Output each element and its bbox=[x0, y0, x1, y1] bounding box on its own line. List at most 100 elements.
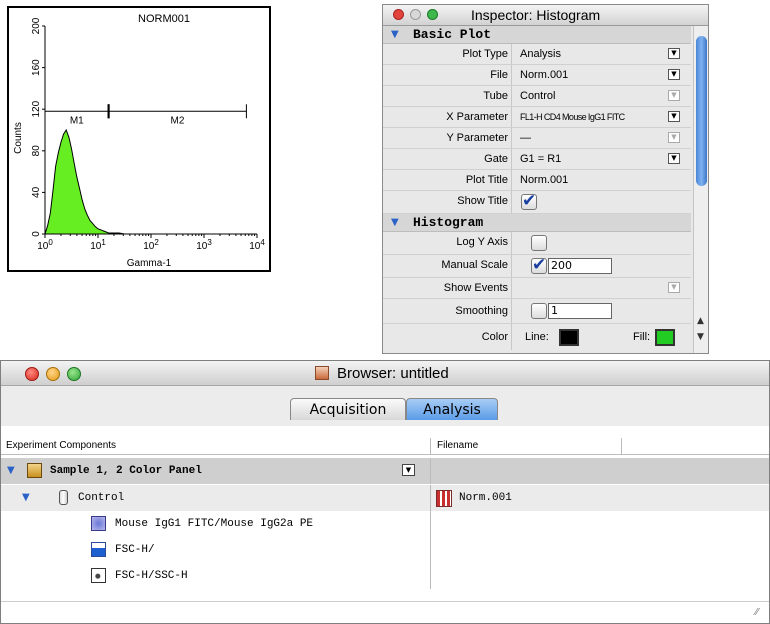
manual-scale-checkbox[interactable]: ✔ bbox=[531, 255, 547, 275]
x-tick-label: 100 bbox=[37, 238, 53, 252]
close-button[interactable] bbox=[393, 9, 404, 20]
column-header-components[interactable]: Experiment Components bbox=[6, 440, 116, 451]
divider bbox=[511, 170, 512, 190]
tab-analysis[interactable]: Analysis bbox=[406, 398, 498, 420]
table-row-sample[interactable]: ▼ Sample 1, 2 Color Panel ▼ bbox=[1, 458, 769, 484]
divider bbox=[511, 232, 512, 254]
browser-title: Browser: untitled bbox=[337, 365, 449, 382]
y-parameter-label: Y Parameter bbox=[446, 132, 508, 144]
smoothing-checkbox[interactable] bbox=[531, 303, 547, 319]
show-events-dropdown[interactable]: ▼ bbox=[668, 282, 680, 293]
line-color-label: Line: bbox=[525, 331, 549, 343]
x-parameter-value[interactable]: FL1-H CD4 Mouse IgG1 FITC bbox=[520, 112, 625, 122]
smoothing-field[interactable]: 1 bbox=[548, 303, 612, 319]
show-title-checkbox[interactable]: ✔ bbox=[521, 191, 537, 211]
plot-type-dropdown[interactable]: ▼ bbox=[668, 48, 680, 59]
column-divider bbox=[430, 537, 431, 563]
manual-scale-field[interactable]: 200 bbox=[548, 258, 612, 274]
close-button[interactable] bbox=[25, 367, 39, 381]
table-header: Experiment Components Filename bbox=[1, 438, 769, 455]
section-histogram[interactable]: ▼ Histogram bbox=[383, 214, 691, 232]
divider bbox=[511, 191, 512, 213]
gate-dropdown[interactable]: ▼ bbox=[668, 153, 680, 164]
disclosure-triangle-icon[interactable]: ▼ bbox=[7, 465, 15, 476]
show-events-label: Show Events bbox=[443, 282, 508, 294]
row-color: Color Line: Fill: bbox=[383, 324, 691, 350]
tube-icon bbox=[59, 490, 68, 505]
gate-label: Gate bbox=[484, 153, 508, 165]
inspector-scrollbar[interactable]: ▲ ▼ bbox=[693, 26, 708, 353]
control-filename[interactable]: Norm.001 bbox=[459, 492, 512, 504]
file-value[interactable]: Norm.001 bbox=[520, 69, 568, 81]
fill-color-swatch[interactable] bbox=[655, 329, 675, 346]
table-row-item3[interactable]: FSC-H/SSC-H bbox=[1, 563, 769, 589]
row-tube: Tube Control ▼ bbox=[383, 86, 691, 107]
divider bbox=[511, 149, 512, 169]
manual-scale-label: Manual Scale bbox=[441, 259, 508, 271]
y-parameter-value[interactable]: — bbox=[520, 132, 531, 144]
section-basic-plot[interactable]: ▼ Basic Plot bbox=[383, 26, 691, 44]
row-gate: Gate G1 = R1 ▼ bbox=[383, 149, 691, 170]
table-row-item2[interactable]: FSC-H/ bbox=[1, 537, 769, 563]
divider bbox=[511, 255, 512, 277]
row-log-y-axis: Log Y Axis bbox=[383, 232, 691, 255]
histogram-svg: NORM001 Counts Gamma-1 0 40 80 120 160 200 100… bbox=[13, 13, 265, 269]
row-x-parameter: X Parameter FL1-H CD4 Mouse IgG1 FITC ▼ bbox=[383, 107, 691, 128]
fill-color-label: Fill: bbox=[633, 331, 651, 343]
minimize-button[interactable] bbox=[46, 367, 60, 381]
control-label: Control bbox=[78, 492, 125, 504]
zoom-button[interactable] bbox=[67, 367, 81, 381]
item3-label: FSC-H/SSC-H bbox=[115, 570, 188, 582]
table-row-item1[interactable]: Mouse IgG1 FITC/Mouse IgG2a PE bbox=[1, 511, 769, 537]
histogram-icon bbox=[91, 542, 106, 557]
disclosure-triangle-icon[interactable]: ▼ bbox=[391, 29, 399, 40]
plot-type-value[interactable]: Analysis bbox=[520, 48, 561, 60]
row-plot-type: Plot Type Analysis ▼ bbox=[383, 44, 691, 65]
log-y-axis-checkbox[interactable] bbox=[531, 235, 547, 251]
plot-area: 0 40 80 120 160 200 100 101 102 103 104 M1 M2 bbox=[31, 17, 265, 252]
disclosure-triangle-icon[interactable]: ▼ bbox=[391, 217, 399, 228]
plot-title: NORM001 bbox=[138, 13, 190, 25]
y-parameter-dropdown[interactable]: ▼ bbox=[668, 132, 680, 143]
item1-label: Mouse IgG1 FITC/Mouse IgG2a PE bbox=[115, 518, 314, 530]
file-dropdown[interactable]: ▼ bbox=[668, 69, 680, 80]
divider bbox=[511, 299, 512, 323]
column-divider[interactable] bbox=[621, 438, 622, 454]
minimize-button[interactable] bbox=[410, 9, 421, 20]
show-title-label: Show Title bbox=[457, 195, 508, 207]
column-divider[interactable] bbox=[430, 438, 431, 454]
tube-value[interactable]: Control bbox=[520, 90, 555, 102]
zoom-button[interactable] bbox=[427, 9, 438, 20]
plot-type-label: Plot Type bbox=[462, 48, 508, 60]
plot-title-value[interactable]: Norm.001 bbox=[520, 174, 568, 186]
footer-divider bbox=[1, 601, 769, 602]
sample-label: Sample 1, 2 Color Panel bbox=[50, 465, 202, 477]
marker-label: M1 bbox=[70, 115, 84, 126]
inspector-title: Inspector: Histogram bbox=[471, 7, 601, 23]
tube-dropdown[interactable]: ▼ bbox=[668, 90, 680, 101]
divider bbox=[511, 44, 512, 64]
item2-label: FSC-H/ bbox=[115, 544, 155, 556]
x-parameter-dropdown[interactable]: ▼ bbox=[668, 111, 680, 122]
row-show-title: Show Title ✔ bbox=[383, 191, 691, 214]
resize-grip-icon[interactable]: ⁄⁄ bbox=[755, 607, 758, 618]
tab-acquisition[interactable]: Acquisition bbox=[290, 398, 406, 420]
disclosure-triangle-icon[interactable]: ▼ bbox=[22, 492, 30, 503]
row-plot-title: Plot Title Norm.001 bbox=[383, 170, 691, 191]
line-color-swatch[interactable] bbox=[559, 329, 579, 346]
gate-value[interactable]: G1 = R1 bbox=[520, 153, 561, 165]
table-row-control[interactable]: ▼ Control Norm.001 bbox=[1, 485, 769, 511]
sample-menu-dropdown[interactable]: ▼ bbox=[402, 464, 415, 476]
histogram-plot[interactable]: NORM001 Counts Gamma-1 0 40 80 120 160 200 100… bbox=[7, 6, 271, 272]
inspector-titlebar[interactable]: Inspector: Histogram bbox=[383, 5, 708, 26]
color-label: Color bbox=[481, 331, 508, 343]
marker-label: M2 bbox=[171, 115, 185, 126]
column-header-filename[interactable]: Filename bbox=[437, 440, 478, 451]
x-axis-label: Gamma-1 bbox=[127, 258, 172, 269]
smoothing-label: Smoothing bbox=[455, 305, 508, 317]
row-file: File Norm.001 ▼ bbox=[383, 65, 691, 86]
browser-titlebar[interactable]: Browser: untitled bbox=[1, 361, 769, 386]
scroll-down-arrow-icon[interactable]: ▼ bbox=[697, 332, 704, 342]
scrollbar-thumb[interactable] bbox=[696, 36, 707, 186]
scroll-up-arrow-icon[interactable]: ▲ bbox=[697, 316, 704, 326]
